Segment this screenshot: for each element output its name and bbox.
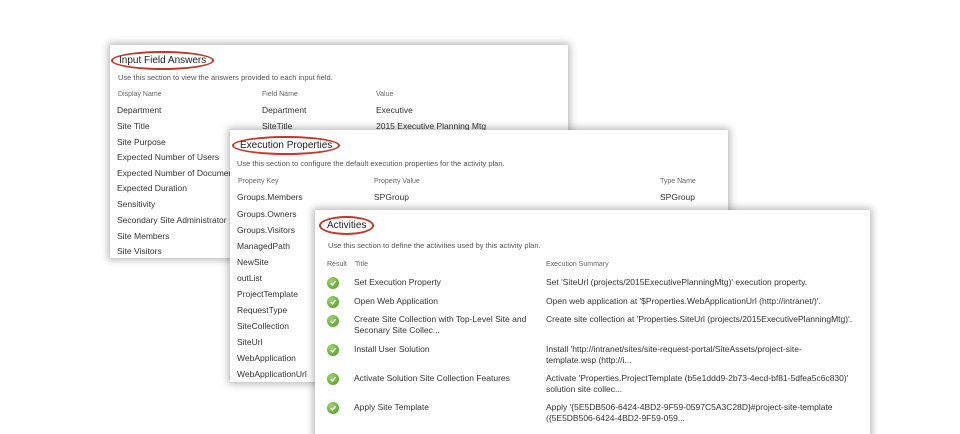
answer-display-name: Site Visitors [117,246,162,256]
answer-display-name: Secondary Site Administrator [117,215,227,225]
property-key: outList [237,273,263,283]
activity-title[interactable]: Activate Solution Site Collection Featur… [354,373,510,383]
answer-display-name: Expected Duration [117,183,187,193]
success-check-icon [327,296,339,308]
property-value: SPGroup [374,192,409,202]
activity-summary: Activate 'Properties.ProjectTemplate (b5… [546,373,849,394]
activity-summary: Install 'http://intranet/sites/site-requ… [546,344,802,365]
execution-properties-description: Use this section to configure the defaul… [237,159,505,168]
success-check-icon [327,315,339,327]
activity-title[interactable]: Set Execution Property [354,277,441,287]
activities-panel: Activities Use this section to define th… [315,210,870,434]
property-key: ManagedPath [237,241,290,251]
answer-display-name: Site Purpose [117,137,166,147]
activity-title[interactable]: Install User Solution [354,344,430,354]
answer-field-name: Department [262,105,307,115]
property-key: WebApplicationUrl [237,369,307,379]
column-header-type-name: Type Name [660,178,696,185]
activity-summary: Apply '{5E5DB506-6424-4BD2-9F59-0597C5A3… [546,402,833,423]
activity-title[interactable]: Create Site Collection with Top-Level Si… [354,314,542,336]
property-key: SiteUrl [237,337,263,347]
input-field-answers-title: Input Field Answers [111,51,215,70]
column-header-result: Result [327,261,347,268]
activity-summary: Open web application at '$Properties.Web… [546,296,821,306]
property-key: RequestType [237,305,288,315]
success-check-icon [327,402,339,414]
property-key: Groups.Owners [237,209,297,219]
property-key: Groups.Visitors [237,225,295,235]
column-header-property-value: Property Value [374,178,420,185]
column-header-field-name: Field Name [262,91,298,98]
column-header-display-name: Display Name [118,91,162,98]
activities-title: Activities [319,216,375,235]
activity-summary: Set 'SiteUrl (projects/2015ExecutivePlan… [546,277,808,287]
property-key: ProjectTemplate [237,289,298,299]
column-header-value: Value [376,91,394,98]
answer-display-name: Department [117,105,162,115]
property-type: SPGroup [660,192,695,202]
input-field-answers-description: Use this section to view the answers pro… [118,73,333,82]
column-header-execution-summary: Execution Summary [546,261,609,268]
property-key: SiteCollection [237,321,289,331]
answer-display-name: Sensitivity [117,199,156,209]
column-header-property-key: Property Key [238,178,279,185]
property-key: Groups.Members [237,192,303,202]
success-check-icon [327,373,339,385]
execution-properties-title: Execution Properties [232,136,341,155]
success-check-icon [327,344,339,356]
activity-title[interactable]: Open Web Application [354,296,438,306]
activities-description: Use this section to define the activitie… [328,241,541,250]
answer-display-name: Site Title [117,121,150,131]
answer-value: Executive [376,105,413,115]
activity-title[interactable]: Apply Site Template [354,402,429,412]
property-key: WebApplication [237,353,296,363]
property-key: NewSite [237,257,269,267]
answer-display-name: Expected Number of Documents [117,168,240,178]
success-check-icon [327,277,339,289]
activity-summary: Create site collection at 'Properties.Si… [546,314,853,324]
answer-display-name: Site Members [117,231,170,241]
column-header-title: Title [355,261,368,268]
answer-display-name: Expected Number of Users [117,152,220,162]
